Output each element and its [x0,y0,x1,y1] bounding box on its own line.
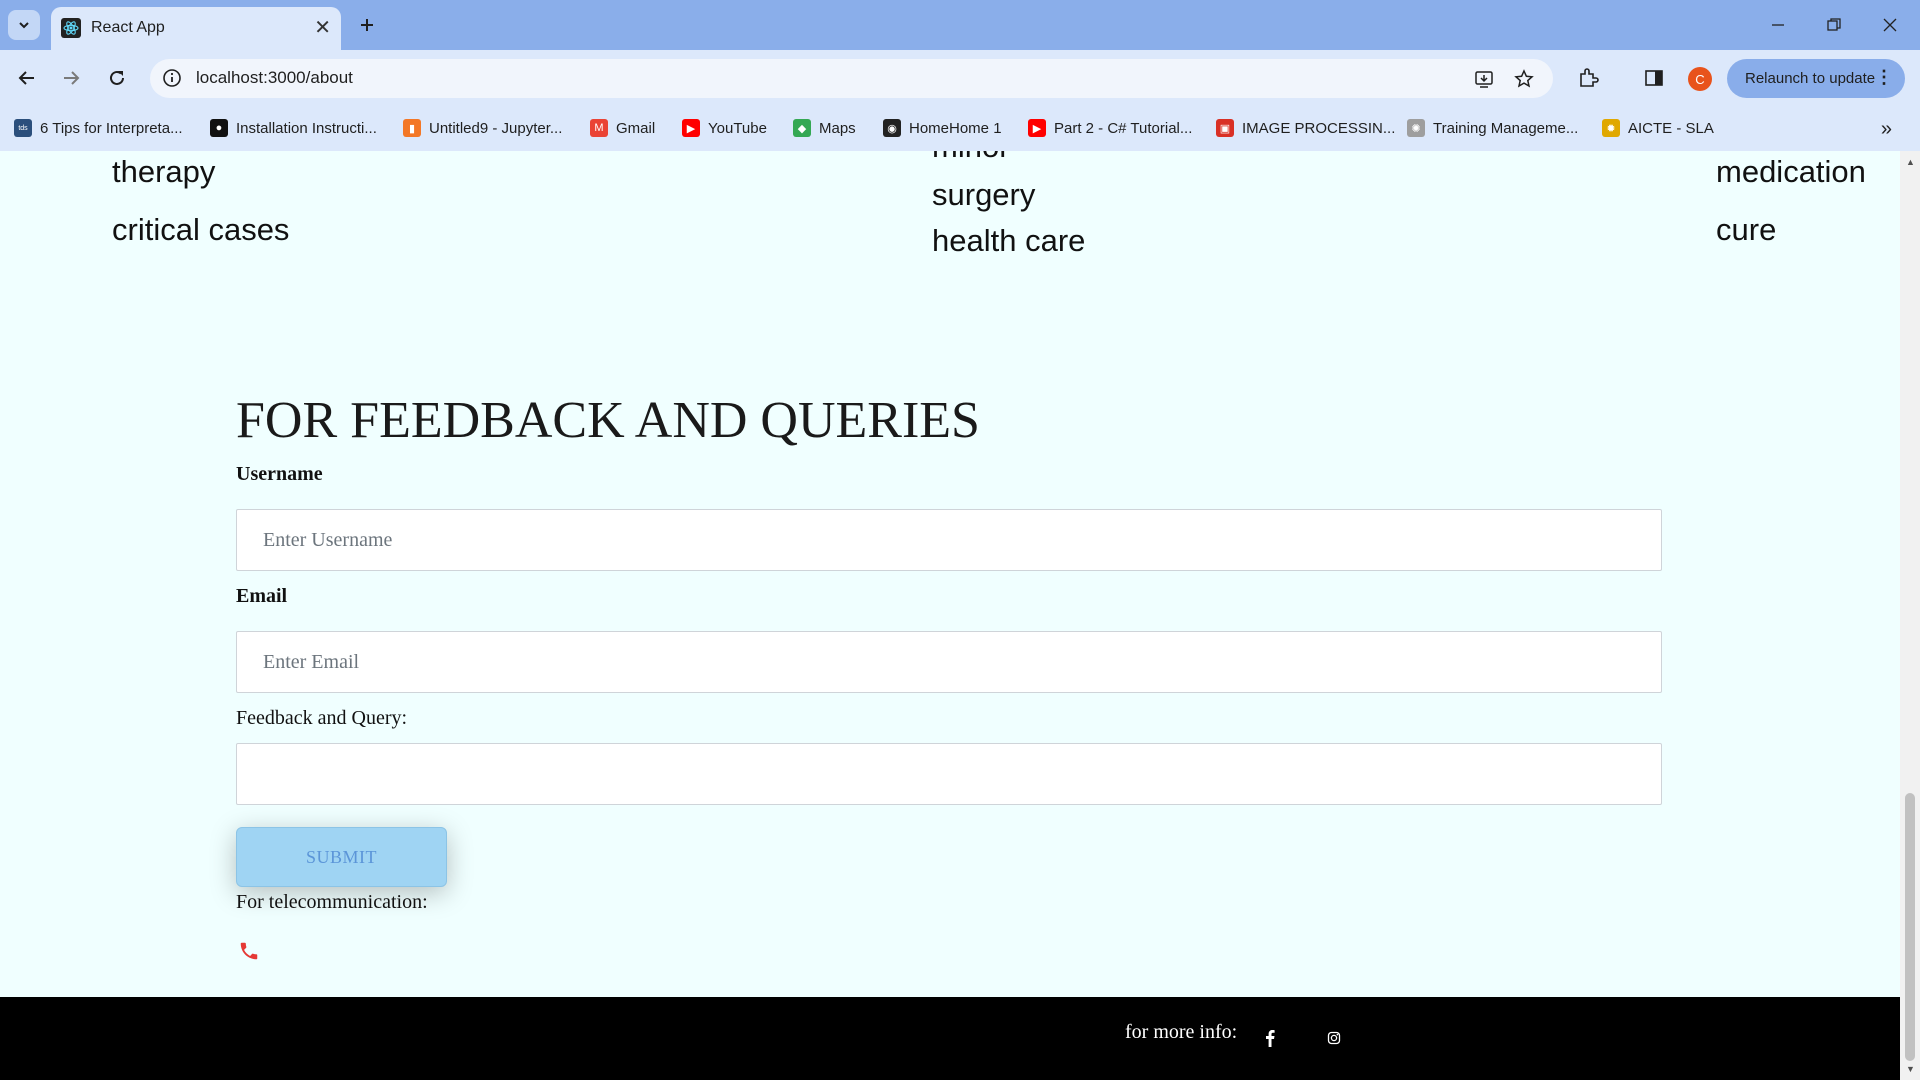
scroll-down-arrow-icon[interactable]: ▼ [1906,1064,1915,1074]
bookmark-item[interactable]: M Gmail [590,117,655,139]
feedback-label: Feedback and Query: [236,707,408,729]
bookmark-star-icon[interactable] [1513,68,1535,90]
reload-button[interactable] [101,62,133,94]
close-icon [1883,18,1897,32]
arrow-left-icon [18,71,34,85]
submit-button[interactable]: SUBMIT [236,827,447,887]
service-item: surgery [932,177,1036,212]
email-label: Email [236,585,288,607]
bookmark-item[interactable]: ▶ Part 2 - C# Tutorial... [1028,117,1192,139]
minimize-icon [1772,24,1784,26]
bookmark-label: IMAGE PROCESSIN... [1242,119,1396,137]
service-item: critical cases [112,212,290,247]
restore-icon [1827,18,1841,31]
bookmark-item[interactable]: ▮ Untitled9 - Jupyter... [403,117,562,139]
gmail-icon: M [590,119,608,137]
facebook-icon[interactable] [1257,1025,1283,1051]
service-item: minor [932,151,1010,162]
close-window-button[interactable] [1870,10,1910,40]
site-info-icon[interactable] [162,68,182,88]
back-button[interactable] [11,62,43,94]
react-icon [61,18,81,38]
tab-active[interactable]: React App ✕ [51,7,341,50]
seal-icon: ✺ [1407,119,1425,137]
page-viewport: therapy critical cases minor surgery hea… [0,151,1900,1080]
bookmark-label: Maps [819,119,856,137]
form-title: FOR FEEDBACK AND QUERIES [236,392,980,449]
bookmark-label: Training Manageme... [1433,119,1579,137]
bookmark-item[interactable]: ● Installation Instructi... [210,117,377,139]
aicte-icon: ✹ [1602,119,1620,137]
bookmark-label: Untitled9 - Jupyter... [429,119,563,137]
service-item: medication [1716,154,1866,189]
profile-avatar[interactable]: C [1688,67,1712,91]
pdf-icon: ▣ [1216,119,1234,137]
url-text: localhost:3000/about [196,68,353,87]
username-input[interactable] [236,509,1662,571]
scroll-up-arrow-icon[interactable]: ▲ [1906,157,1915,167]
close-tab-icon[interactable]: ✕ [314,18,331,38]
globe-icon: ◉ [883,119,901,137]
bookmark-label: Installation Instructi... [236,119,377,137]
instagram-icon[interactable] [1321,1025,1347,1051]
bookmark-item[interactable]: tds 6 Tips for Interpreta... [14,117,183,139]
bookmark-label: Part 2 - C# Tutorial... [1054,119,1193,137]
bookmark-item[interactable]: ◆ Maps [793,117,856,139]
browser-toolbar: localhost:3000/about C Relaunch to updat… [0,50,1920,107]
chevron-down-icon [19,22,29,29]
arrow-right-icon [64,71,80,85]
bookmark-item[interactable]: ✹ AICTE - SLA [1602,117,1714,139]
tds-icon: tds [14,119,32,137]
relaunch-button[interactable]: Relaunch to update ⋮ [1727,59,1905,98]
forward-button[interactable] [55,62,87,94]
tab-strip: React App ✕ [0,0,1920,50]
restore-button[interactable] [1814,10,1854,40]
bookmark-label: YouTube [708,119,767,137]
bookmark-item[interactable]: ▶ YouTube [682,117,767,139]
tab-search-button[interactable] [8,10,40,40]
maps-icon: ◆ [793,119,811,137]
username-label: Username [236,463,323,485]
plus-icon [361,19,373,31]
youtube-icon: ▶ [1028,119,1046,137]
page-scrollbar[interactable]: ▲ ▼ [1900,151,1920,1080]
feedback-input[interactable] [236,743,1662,805]
reload-icon [110,70,124,85]
address-bar[interactable]: localhost:3000/about [150,59,1553,98]
jupyter-icon: ▮ [403,119,421,137]
bookmark-label: Gmail [616,119,656,137]
email-input[interactable] [236,631,1662,693]
relaunch-label: Relaunch to update [1745,70,1876,87]
scroll-thumb[interactable] [1905,793,1915,1061]
bookmarks-bar: tds 6 Tips for Interpreta... ● Installation… [0,107,1920,151]
bookmark-label: 6 Tips for Interpreta... [40,119,183,137]
github-icon: ● [210,119,228,137]
bookmark-item[interactable]: ▣ IMAGE PROCESSIN... [1216,117,1395,139]
bookmark-label: AICTE - SLA [1628,119,1714,137]
bookmark-item[interactable]: ◉ HomeHome 1 [883,117,1002,139]
more-bookmarks-icon[interactable]: » [1881,118,1892,141]
footer-more-info: for more info: [1125,1021,1238,1043]
side-panel-icon[interactable] [1640,64,1668,92]
youtube-icon: ▶ [682,119,700,137]
minimize-button[interactable] [1758,10,1798,40]
telecom-label: For telecommunication: [236,891,428,913]
service-item: health care [932,223,1086,258]
service-item: therapy [112,154,216,189]
tab-title: React App [91,19,165,36]
new-tab-button[interactable] [352,10,382,40]
more-vert-icon: ⋮ [1875,67,1893,87]
bookmark-item[interactable]: ✺ Training Manageme... [1407,117,1578,139]
bookmark-label: HomeHome 1 [909,119,1002,137]
install-app-icon[interactable] [1473,68,1495,90]
extensions-icon[interactable] [1574,64,1602,92]
service-item: cure [1716,212,1777,247]
footer: for more info: [0,997,1900,1080]
phone-icon[interactable] [238,940,260,962]
